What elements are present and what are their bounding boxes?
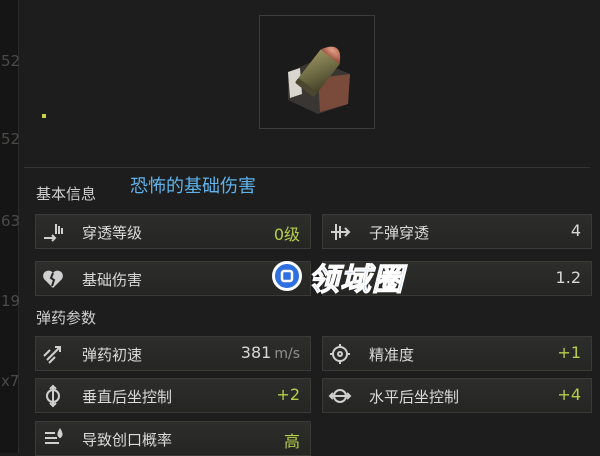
bullet-speed-icon (36, 337, 69, 370)
vertical-recoil-icon (36, 379, 69, 412)
stat-value: 高 (283, 432, 300, 451)
watermark-logo-icon (272, 261, 302, 291)
velocity-number: 381 (240, 343, 272, 362)
stat-base-damage: 基础伤害 77 (35, 261, 311, 296)
marker-dot (42, 114, 46, 118)
section-title-ammo: 弹药参数 (36, 309, 97, 327)
section-title-basic: 基本信息 (36, 185, 97, 203)
stat-accuracy: 精准度 +1 (322, 336, 592, 371)
watermark-text: 领域圈 (308, 261, 404, 298)
left-panel-edge: 52 52 63 19 x7 (0, 0, 21, 453)
edge-digit: 63 (1, 212, 21, 230)
stat-label: 水平后坐控制 (369, 388, 460, 406)
stat-value: +4 (557, 385, 581, 404)
stat-penetration-level: 穿透等级 0级 (35, 214, 311, 249)
stat-value: +2 (276, 385, 300, 404)
item-preview (259, 15, 375, 129)
broken-heart-icon (36, 262, 69, 295)
stat-value: 1.2 (555, 268, 581, 287)
stat-horizontal-recoil: 水平后坐控制 +4 (322, 378, 592, 413)
edge-digit: 52 (1, 52, 21, 70)
stat-muzzle-velocity: 弹药初速 381 m/s (35, 336, 311, 371)
annotation-text: 恐怖的基础伤害 (130, 176, 256, 197)
stat-bleed-chance: 导致创口概率 高 (35, 421, 311, 456)
crosshair-icon (323, 337, 356, 370)
stat-label: 导致创口概率 (82, 431, 173, 449)
stat-value: 381 m/s (241, 343, 300, 362)
bleeding-icon (36, 422, 69, 455)
stat-label: 子弹穿透 (369, 224, 430, 242)
stat-label: 弹药初速 (82, 346, 143, 364)
stat-label: 垂直后坐控制 (82, 388, 173, 406)
stat-bullet-penetration: 子弹穿透 4 (322, 214, 592, 249)
edge-digit: 19 (1, 292, 21, 310)
stat-vertical-recoil: 垂直后坐控制 +2 (35, 378, 311, 413)
velocity-unit: m/s (274, 346, 300, 362)
ammo-cartridge-icon (288, 46, 350, 114)
horizontal-recoil-icon (323, 379, 356, 412)
edge-digit: x7 (1, 372, 20, 390)
edge-digit: 52 (1, 130, 21, 148)
stat-value: +1 (557, 343, 581, 362)
divider (24, 167, 590, 168)
stat-label: 基础伤害 (82, 271, 143, 289)
stat-label: 精准度 (369, 346, 415, 364)
stat-label: 穿透等级 (82, 224, 143, 242)
penetration-arrows-icon (36, 215, 69, 248)
watermark: 领域圈 (272, 254, 404, 298)
stat-value: 4 (570, 221, 581, 240)
stat-value: 0级 (273, 225, 300, 244)
bullet-piercing-icon (323, 215, 356, 248)
